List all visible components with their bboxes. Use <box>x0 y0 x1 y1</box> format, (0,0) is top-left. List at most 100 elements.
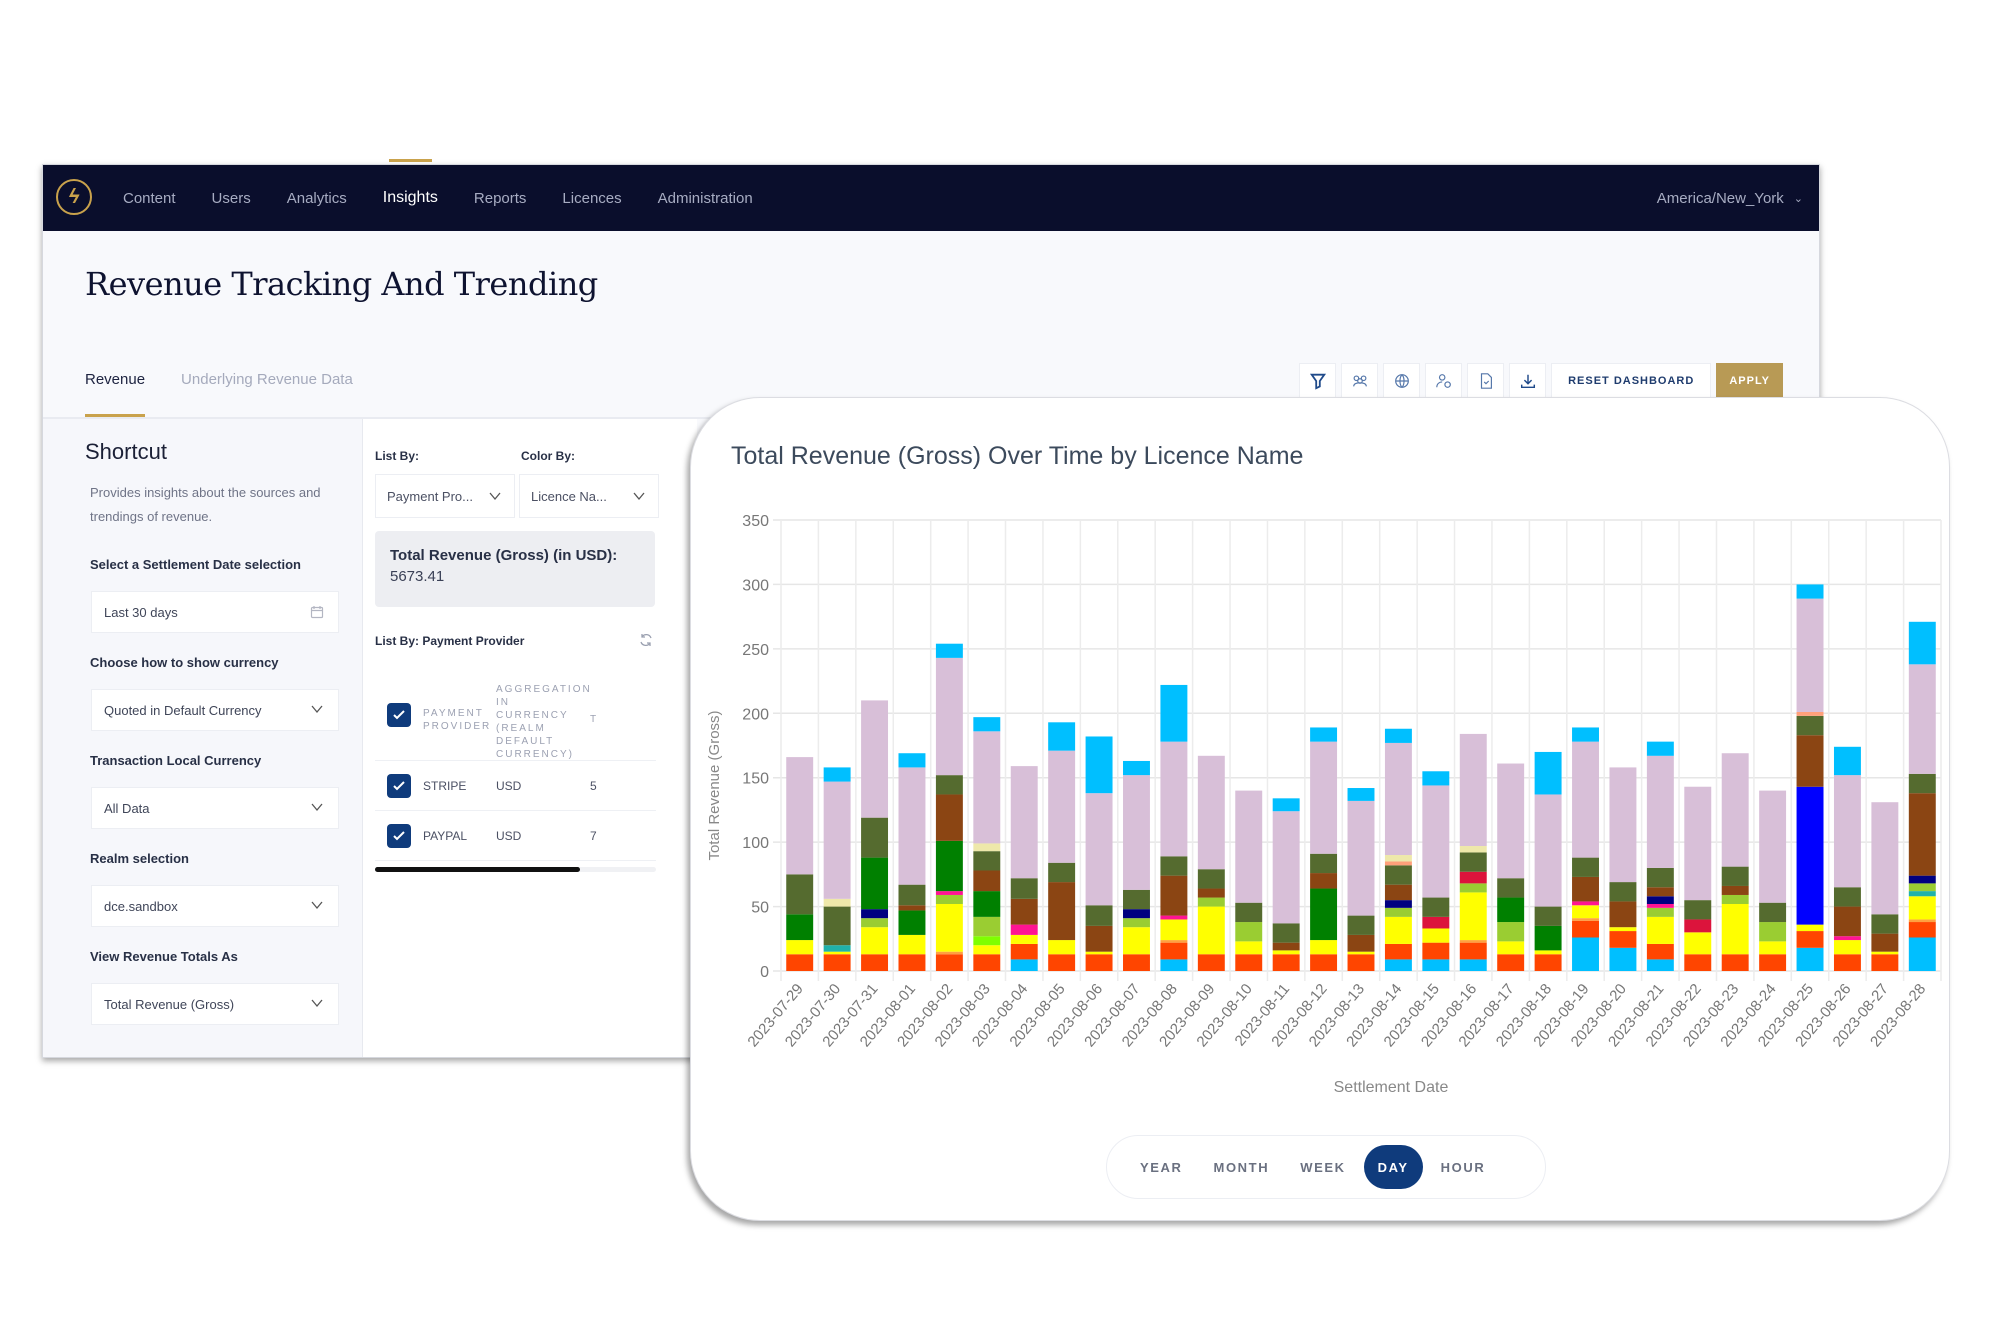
period-year-button[interactable]: YEAR <box>1127 1145 1196 1189</box>
bar-segment <box>1123 760 1150 776</box>
bar-segment <box>973 936 1001 946</box>
nav-item-content[interactable]: Content <box>123 190 176 207</box>
bar-segment <box>935 657 963 776</box>
bar-segment <box>1010 898 1038 925</box>
bar-segment <box>1384 855 1412 862</box>
row-checkbox[interactable] <box>387 774 411 798</box>
chevron-down-icon <box>311 999 323 1008</box>
period-day-button[interactable]: DAY <box>1363 1145 1423 1189</box>
bar-segment <box>1459 846 1487 853</box>
bar-segment <box>898 884 926 906</box>
apply-button[interactable]: APPLY <box>1716 363 1783 399</box>
period-week-button[interactable]: WEEK <box>1287 1145 1358 1189</box>
local-currency-select[interactable]: All Data <box>91 787 339 829</box>
bar-segment <box>1085 905 1113 926</box>
bar-segment <box>1572 901 1599 906</box>
bar-segment <box>786 757 814 875</box>
bar-segment <box>861 857 889 910</box>
nav-item-analytics[interactable]: Analytics <box>287 190 347 207</box>
bar-segment <box>1310 954 1338 971</box>
currency-display-select[interactable]: Quoted in Default Currency <box>91 689 339 731</box>
bar-segment <box>935 951 963 955</box>
bar-segment <box>1347 954 1375 971</box>
currency-display-label: Choose how to show currency <box>90 655 279 670</box>
bar-segment <box>898 934 926 955</box>
bar-segment <box>861 927 889 955</box>
bar-segment <box>1497 922 1525 942</box>
nav-item-users[interactable]: Users <box>212 190 251 207</box>
bar-segment <box>1759 790 1787 903</box>
bar-segment <box>1908 937 1936 971</box>
bar-segment <box>1384 959 1412 971</box>
bar-segment <box>823 945 851 952</box>
settlement-date-value: Last 30 days <box>104 604 178 620</box>
filter-button[interactable] <box>1299 363 1337 399</box>
bar-segment <box>898 753 926 768</box>
period-hour-button[interactable]: HOUR <box>1428 1145 1499 1189</box>
tab-underlying-revenue-data[interactable]: Underlying Revenue Data <box>181 371 353 418</box>
select-all-checkbox[interactable] <box>387 703 411 727</box>
nav-item-insights[interactable]: Insights <box>383 159 438 207</box>
bar-segment <box>1609 947 1637 971</box>
realm-selection-value: dce.sandbox <box>104 898 178 914</box>
table-row[interactable]: PAYPAL USD 7 <box>375 811 656 861</box>
bar-segment <box>1160 919 1188 941</box>
revenue-totals-select[interactable]: Total Revenue (Gross) <box>91 983 339 1025</box>
tab-revenue[interactable]: Revenue <box>85 371 146 418</box>
user-link-button[interactable] <box>1425 363 1463 399</box>
nav-item-reports[interactable]: Reports <box>474 190 527 207</box>
bar-segment <box>1871 802 1899 915</box>
bar-segment <box>898 910 926 935</box>
reset-dashboard-button[interactable]: RESET DASHBOARD <box>1551 363 1712 399</box>
bar-segment <box>823 781 851 899</box>
header-payment-provider: PAYMENT PROVIDER <box>423 708 492 732</box>
download-icon <box>1520 374 1535 389</box>
revenue-totals-label: View Revenue Totals As <box>90 949 238 964</box>
bar-segment <box>1721 753 1749 867</box>
list-by-value: Payment Pro... <box>387 488 473 504</box>
bar-segment <box>1646 867 1674 888</box>
bar-segment <box>935 891 963 895</box>
scrollbar-thumb[interactable] <box>375 867 581 872</box>
brand-logo-icon[interactable]: ϟ <box>56 179 92 215</box>
bar-segment <box>1833 936 1861 941</box>
download-button[interactable] <box>1509 363 1547 399</box>
color-by-select[interactable]: Licence Na... <box>519 474 659 518</box>
settlement-date-input[interactable]: Last 30 days <box>91 591 339 633</box>
users-group-button[interactable] <box>1341 363 1379 399</box>
bar-segment <box>1497 763 1525 879</box>
bar-segment <box>1684 786 1712 901</box>
bar-segment <box>1048 722 1076 751</box>
bar-segment <box>1833 954 1861 971</box>
bar-segment <box>1160 856 1188 876</box>
bar-segment <box>1123 927 1150 955</box>
payment-provider-table: PAYMENT PROVIDER AGGREGATION IN CURRENCY… <box>375 669 656 861</box>
document-button[interactable] <box>1467 363 1505 399</box>
local-currency-value: All Data <box>104 800 150 816</box>
list-by-select[interactable]: Payment Pro... <box>375 474 515 518</box>
refresh-icon[interactable] <box>638 632 654 648</box>
bar-segment <box>1721 954 1749 971</box>
period-month-button[interactable]: MONTH <box>1201 1145 1283 1189</box>
row-checkbox[interactable] <box>387 824 411 848</box>
table-horizontal-scrollbar[interactable] <box>375 867 656 872</box>
checkmark-icon <box>393 781 405 791</box>
nav-item-administration[interactable]: Administration <box>658 190 753 207</box>
timezone-selector[interactable]: America/New_York ⌄ <box>1657 165 1803 231</box>
bar-segment <box>1684 900 1712 920</box>
bar-segment <box>1085 951 1113 955</box>
currency-display-value: Quoted in Default Currency <box>104 702 262 718</box>
bar-segment <box>1422 916 1450 929</box>
bar-segment <box>1160 942 1188 960</box>
bar-segment <box>1010 943 1038 960</box>
nav-item-licences[interactable]: Licences <box>562 190 621 207</box>
bar-segment <box>1384 742 1412 856</box>
bar-segment <box>1197 897 1225 907</box>
bar-segment <box>1796 711 1824 716</box>
bar-segment <box>1347 788 1375 801</box>
globe-button[interactable] <box>1383 363 1421 399</box>
realm-selection-select[interactable]: dce.sandbox <box>91 885 339 927</box>
bar-segment <box>1572 876 1599 902</box>
table-row[interactable]: STRIPE USD 5 <box>375 761 656 811</box>
bar-segment <box>973 945 1001 955</box>
